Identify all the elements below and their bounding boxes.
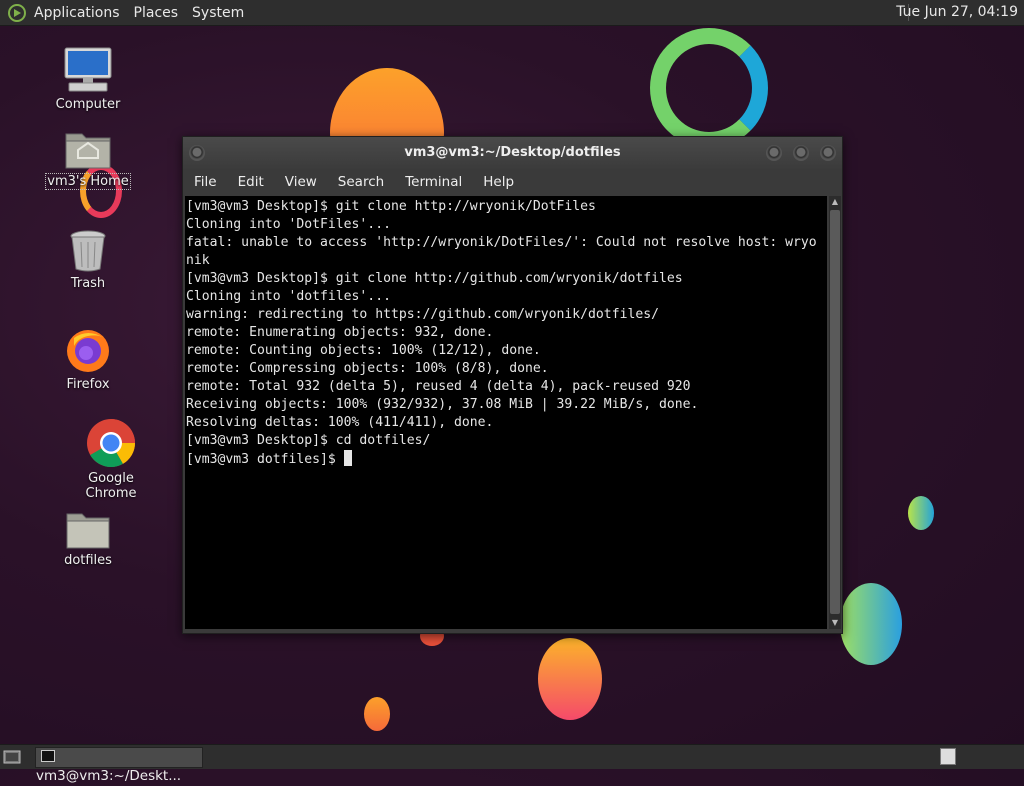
menu-edit[interactable]: Edit xyxy=(238,174,264,190)
menu-places[interactable]: Places xyxy=(134,5,179,21)
terminal-icon xyxy=(41,750,55,762)
wallpaper-teal-dot xyxy=(908,496,934,530)
workspace-switcher[interactable] xyxy=(940,748,956,765)
minimize-button[interactable] xyxy=(766,145,782,161)
desktop-icon-label: Google Chrome xyxy=(85,471,137,501)
terminal-output[interactable]: [vm3@vm3 Desktop]$ git clone http://wryo… xyxy=(185,196,827,629)
firefox-icon xyxy=(67,330,109,372)
window-title: vm3@vm3:~/Desktop/dotfiles xyxy=(404,145,621,160)
bottom-panel: vm3@vm3:~/Deskt... xyxy=(0,744,1024,784)
terminal-line: [vm3@vm3 Desktop]$ cd dotfiles/ xyxy=(186,433,431,448)
desktop-icon-label: vm3's Home xyxy=(45,173,131,190)
home-folder-icon xyxy=(65,133,111,169)
terminal-line: [vm3@vm3 Desktop]$ git clone http://gith… xyxy=(186,271,683,286)
menu-terminal[interactable]: Terminal xyxy=(405,174,462,190)
desktop-icon-firefox[interactable]: Firefox xyxy=(38,326,138,392)
menu-help[interactable]: Help xyxy=(483,174,514,190)
terminal-menubar: File Edit View Search Terminal Help xyxy=(183,169,842,195)
desktop-icon-label: Firefox xyxy=(66,377,110,392)
terminal-line: Resolving deltas: 100% (411/411), done. xyxy=(186,415,494,430)
menu-file[interactable]: File xyxy=(194,174,217,190)
wallpaper-orange-oval xyxy=(538,638,602,720)
terminal-line: Cloning into 'DotFiles'... xyxy=(186,217,391,232)
terminal-line: remote: Counting objects: 100% (12/12), … xyxy=(186,343,541,358)
terminal-titlebar[interactable]: vm3@vm3:~/Desktop/dotfiles xyxy=(183,137,842,169)
terminal-line: warning: redirecting to https://github.c… xyxy=(186,307,659,322)
maximize-button[interactable] xyxy=(793,145,809,161)
scrollbar-thumb[interactable] xyxy=(830,210,840,614)
terminal-line: Receiving objects: 100% (932/932), 37.08… xyxy=(186,397,699,412)
menu-system[interactable]: System xyxy=(192,5,244,21)
terminal-line: remote: Enumerating objects: 932, done. xyxy=(186,325,494,340)
desktop-icon-home[interactable]: vm3's Home xyxy=(38,128,138,190)
desktop-icon-label: dotfiles xyxy=(64,553,112,568)
desktop-icon-dotfiles[interactable]: dotfiles xyxy=(38,510,138,568)
terminal-scrollbar[interactable]: ▲ ▼ xyxy=(829,196,841,629)
top-panel: Applications Places System Tue Jun 27, 0… xyxy=(0,0,1024,26)
task-label: vm3@vm3:~/Deskt... xyxy=(36,768,182,784)
wallpaper-small-orange xyxy=(364,697,390,731)
window-menu-button[interactable] xyxy=(189,145,205,161)
wallpaper-teal-circle xyxy=(840,583,902,665)
desktop-icon-label: Computer xyxy=(55,97,121,112)
trash-icon xyxy=(70,230,106,272)
terminal-window[interactable]: vm3@vm3:~/Desktop/dotfiles File Edit Vie… xyxy=(182,136,843,634)
desktop-icon-label: Trash xyxy=(70,276,106,291)
terminal-cursor xyxy=(343,450,352,466)
taskbar-terminal-button[interactable]: vm3@vm3:~/Deskt... xyxy=(35,747,203,784)
terminal-line: fatal: unable to access 'http://wryonik/… xyxy=(186,235,817,250)
terminal-line: [vm3@vm3 Desktop]$ git clone http://wryo… xyxy=(186,199,596,214)
close-button[interactable] xyxy=(820,145,836,161)
terminal-prompt: [vm3@vm3 dotfiles]$ xyxy=(186,452,344,467)
distro-logo-icon[interactable] xyxy=(8,3,26,22)
wallpaper-green-ring xyxy=(650,28,768,148)
desktop-icon-computer[interactable]: Computer xyxy=(38,46,138,112)
clock[interactable]: Tue Jun 27, 04:19 xyxy=(896,4,1018,20)
desktop-icon-chrome[interactable]: Google Chrome xyxy=(61,418,161,501)
menu-search[interactable]: Search xyxy=(338,174,384,190)
terminal-text: [vm3@vm3 Desktop]$ git clone http://wryo… xyxy=(185,196,827,469)
chrome-icon xyxy=(87,419,135,468)
folder-icon xyxy=(66,513,110,549)
desktop-icon-trash[interactable]: Trash xyxy=(38,229,138,291)
terminal-line: remote: Total 932 (delta 5), reused 4 (d… xyxy=(186,379,691,394)
show-desktop-icon[interactable] xyxy=(3,748,21,766)
terminal-line: Cloning into 'dotfiles'... xyxy=(186,289,391,304)
menu-applications[interactable]: Applications xyxy=(34,5,120,21)
terminal-line: nik xyxy=(186,253,210,268)
scroll-up-icon[interactable]: ▲ xyxy=(829,196,841,208)
terminal-line: remote: Compressing objects: 100% (8/8),… xyxy=(186,361,549,376)
computer-icon xyxy=(64,47,112,92)
menu-view[interactable]: View xyxy=(285,174,317,190)
scroll-down-icon[interactable]: ▼ xyxy=(829,617,841,629)
